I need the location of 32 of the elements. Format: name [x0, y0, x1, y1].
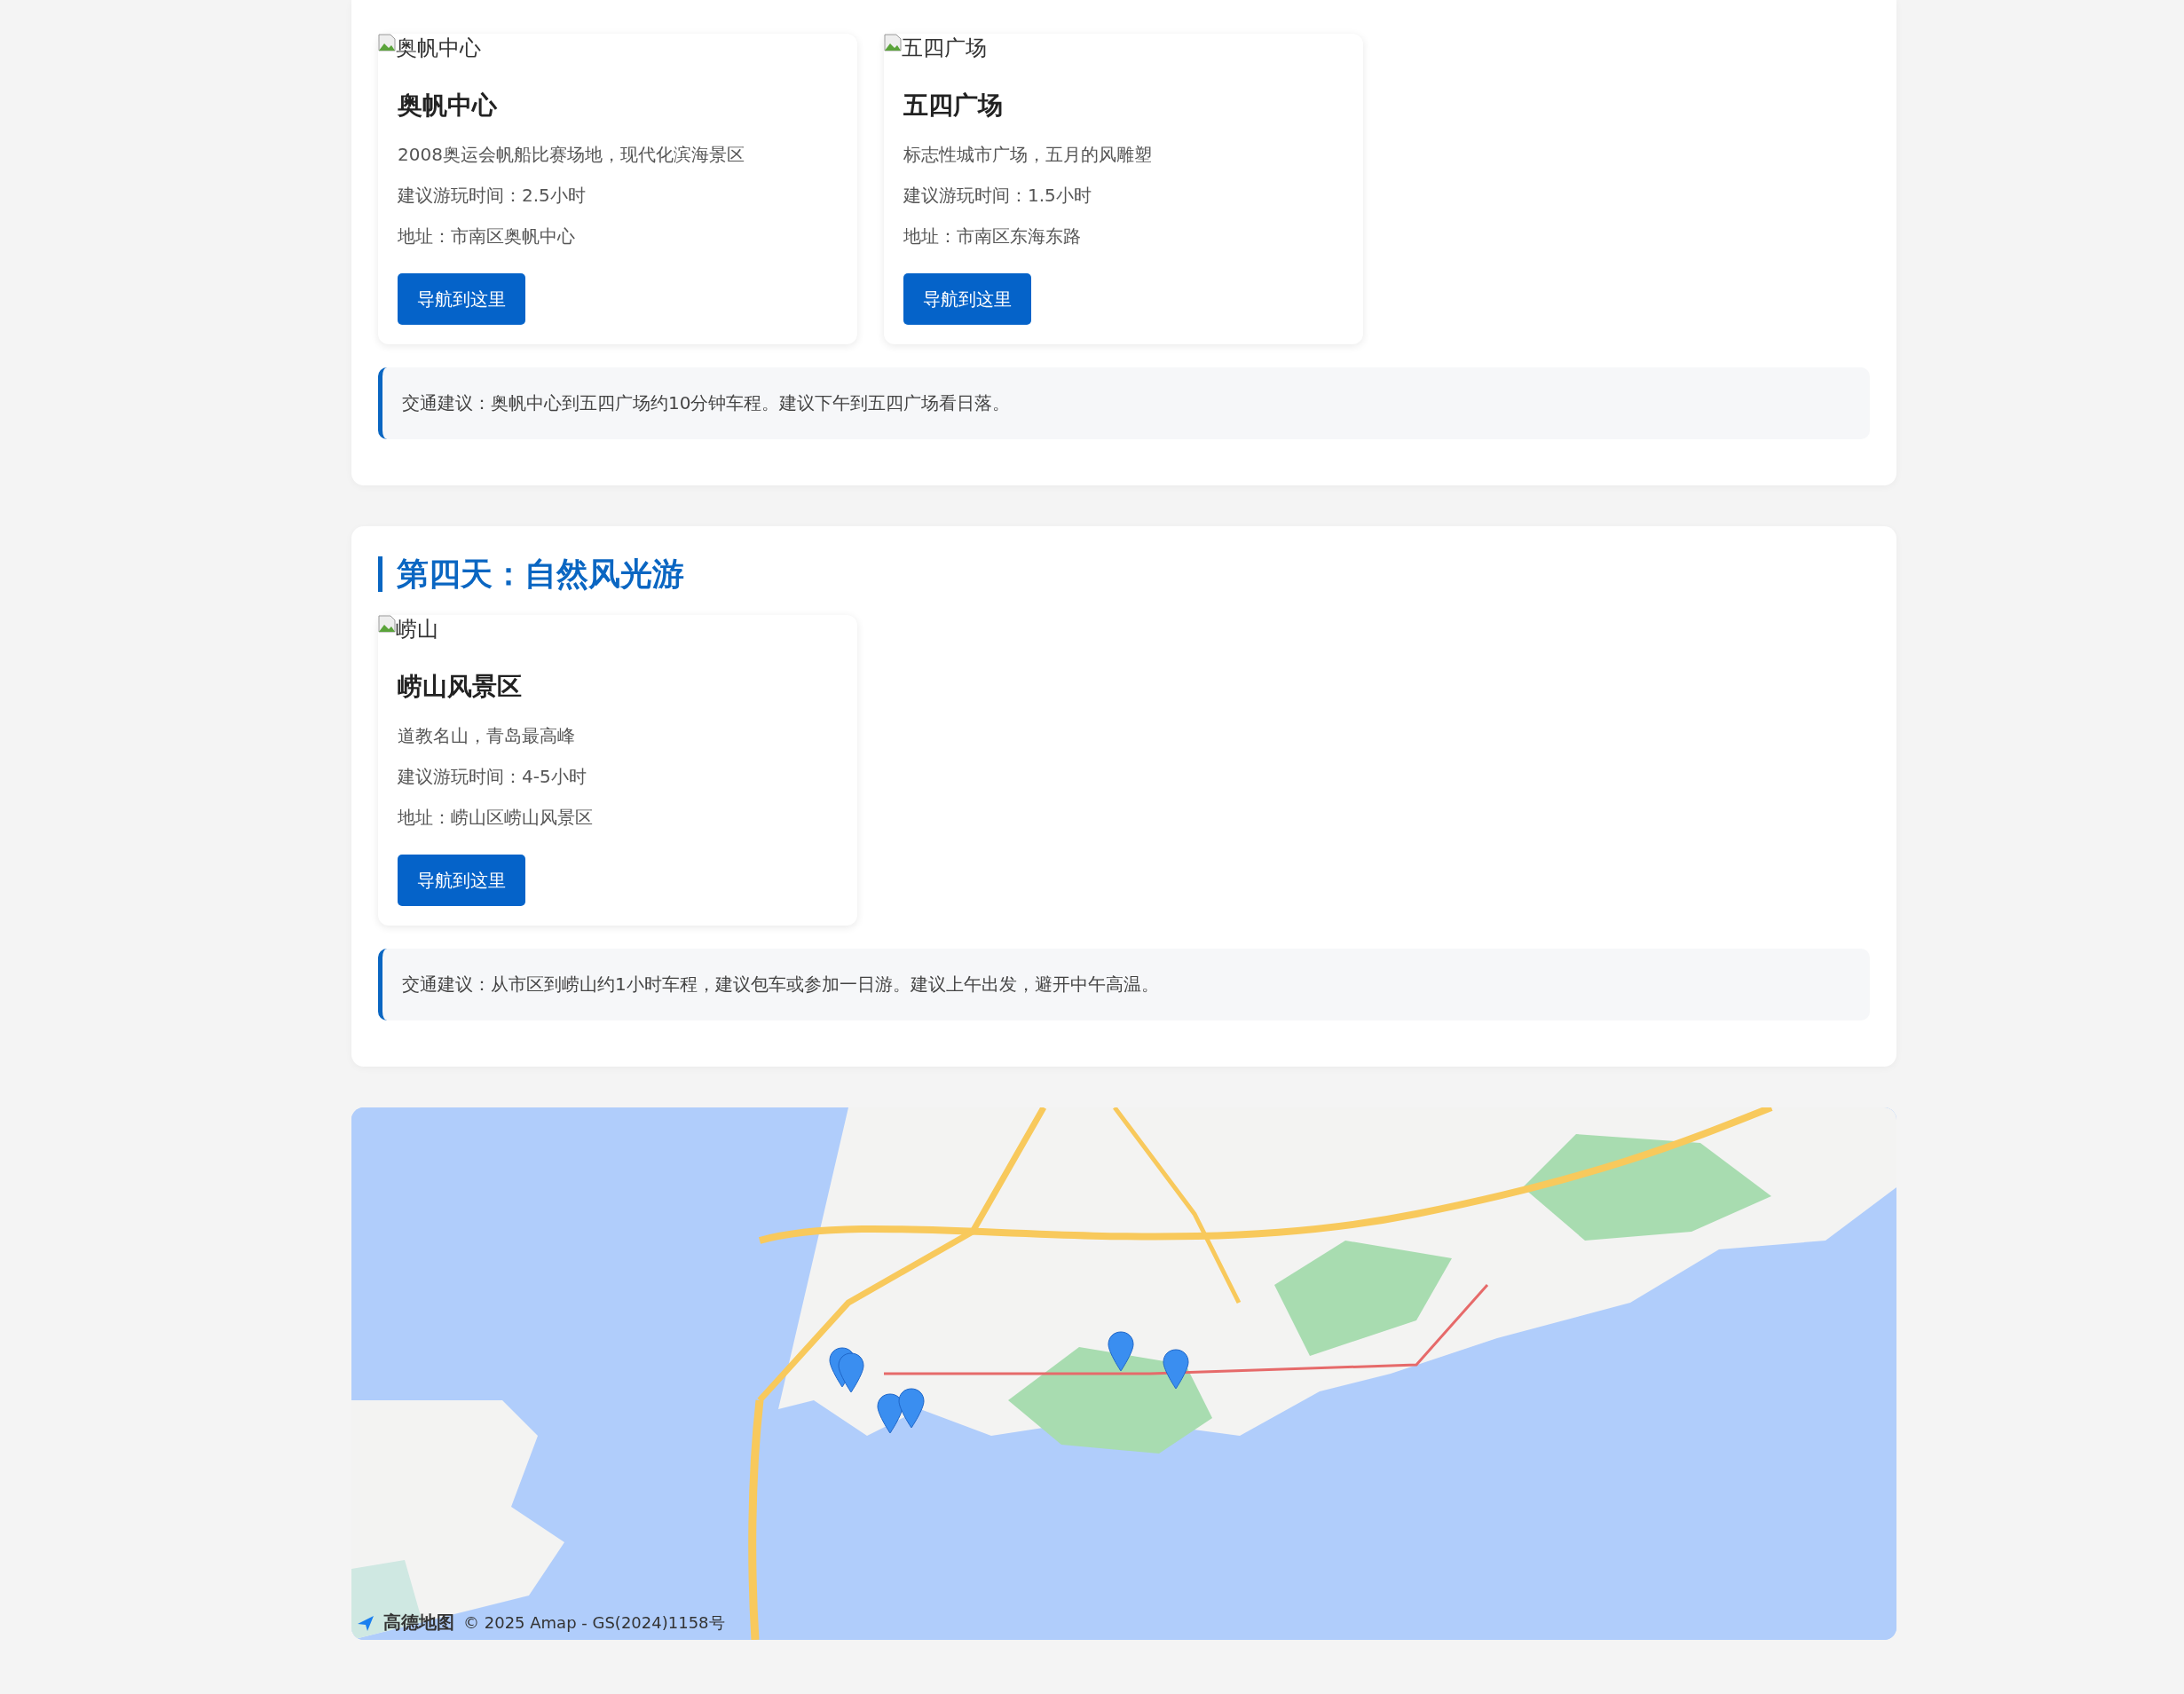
- transport-tip: 交通建议：从市区到崂山约1小时车程，建议包车或参加一日游。建议上午出发，避开中午高温。: [378, 949, 1870, 1020]
- attraction-description: 道教名山，青岛最高峰: [398, 725, 576, 746]
- attraction-address: 地址：崂山区崂山风景区: [398, 807, 594, 828]
- visit-duration: 建议游玩时间：1.5小时: [903, 185, 1092, 206]
- attraction-name: 崂山风景区: [398, 671, 523, 703]
- map-pin-icon[interactable]: [838, 1352, 864, 1393]
- attraction-name: 五四广场: [903, 90, 1004, 122]
- map-pin-icon[interactable]: [877, 1393, 903, 1434]
- navigate-button[interactable]: 导航到这里: [398, 273, 525, 325]
- map-pin-icon[interactable]: [898, 1388, 925, 1429]
- attraction-address: 地址：市南区东海东路: [903, 225, 1082, 247]
- map-pin-icon[interactable]: [1108, 1331, 1134, 1372]
- transport-tip: 交通建议：奥帆中心到五四广场约10分钟车程。建议下午到五四广场看日落。: [378, 367, 1870, 439]
- image-alt-text: 奥帆中心: [396, 35, 481, 62]
- broken-image-icon: [378, 615, 396, 633]
- attraction-description: 2008奥运会帆船比赛场地，现代化滨海景区: [398, 144, 745, 165]
- broken-image-icon: [378, 34, 396, 51]
- image-alt-text: 五四广场: [902, 35, 987, 62]
- image-alt-text: 崂山: [396, 616, 438, 643]
- broken-image-icon: [884, 34, 902, 51]
- visit-duration: 建议游玩时间：4-5小时: [398, 766, 587, 787]
- navigate-button[interactable]: 导航到这里: [398, 855, 525, 906]
- visit-duration: 建议游玩时间：2.5小时: [398, 185, 587, 206]
- map-logo: 高德地图: [383, 1611, 454, 1635]
- attraction-name: 奥帆中心: [398, 90, 498, 122]
- map-copyright: © 2025 Amap - GS(2024)1158号: [463, 1611, 725, 1634]
- attraction-address: 地址：市南区奥帆中心: [398, 225, 576, 247]
- navigate-button[interactable]: 导航到这里: [903, 273, 1031, 325]
- map-pin-icon[interactable]: [1163, 1349, 1189, 1390]
- logo-icon: [357, 1613, 375, 1632]
- day-heading: 第四天：自然风光游: [378, 556, 1870, 592]
- attraction-description: 标志性城市广场，五月的风雕塑: [903, 144, 1153, 165]
